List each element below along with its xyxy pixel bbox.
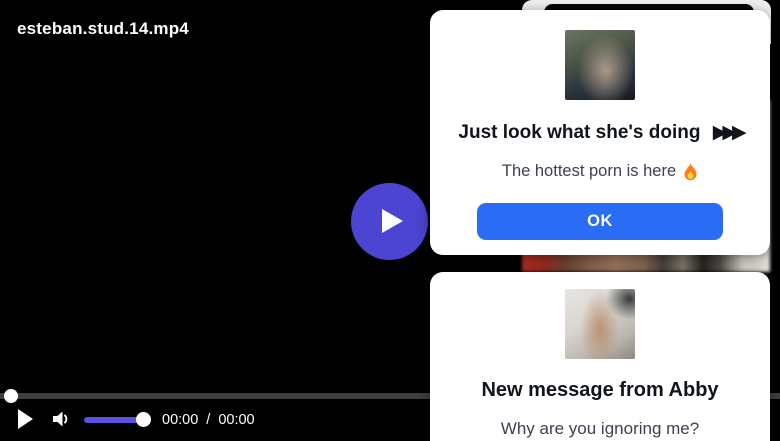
popup-message: New message from Abby Why are you ignori… xyxy=(430,272,770,441)
big-play-button[interactable] xyxy=(351,183,428,260)
current-time: 00:00 xyxy=(162,412,199,428)
volume-thumb[interactable] xyxy=(136,412,151,427)
duration: 00:00 xyxy=(218,412,255,428)
message-text: Why are you ignoring me? xyxy=(430,419,770,439)
seek-thumb[interactable] xyxy=(4,389,18,403)
play-button[interactable] xyxy=(18,409,33,429)
message-thumbnail[interactable] xyxy=(565,289,635,359)
time-display: 00:00 / 00:00 xyxy=(162,412,255,428)
promo-heading: Just look what she's doing ▶▶▶ xyxy=(430,121,770,144)
popup-promo: Just look what she's doing ▶▶▶ The hotte… xyxy=(430,10,770,255)
triple-play-arrows: ▶▶▶ xyxy=(712,122,747,143)
ok-button[interactable]: OK xyxy=(477,203,723,240)
promo-subtitle: The hottest porn is here xyxy=(430,162,770,181)
volume-slider[interactable] xyxy=(84,412,151,427)
promo-subtitle-text: The hottest porn is here xyxy=(501,162,677,180)
video-title: esteban.stud.14.mp4 xyxy=(17,19,189,38)
fire-icon xyxy=(684,162,697,180)
promo-thumbnail[interactable] xyxy=(565,30,635,100)
play-icon xyxy=(382,209,403,233)
video-player-page: esteban.stud.14.mp4 00:00 / 00:00 Just l… xyxy=(0,0,780,441)
message-heading: New message from Abby xyxy=(481,379,719,401)
message-text-line: Why are you ignoring me? xyxy=(500,419,700,438)
mute-button[interactable] xyxy=(50,408,72,430)
speaker-icon xyxy=(53,411,68,427)
time-separator: / xyxy=(206,412,211,428)
promo-heading-text: Just look what she's doing xyxy=(458,122,701,143)
